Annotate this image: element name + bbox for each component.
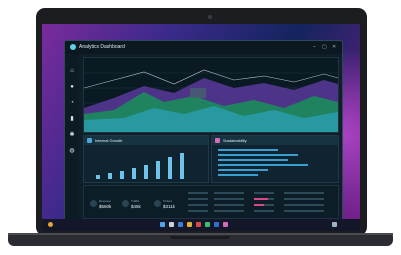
- edge-icon[interactable]: [178, 222, 183, 227]
- minimize-button[interactable]: –: [313, 43, 316, 52]
- close-button[interactable]: ✕: [332, 43, 336, 52]
- card-title: Sustainability: [223, 138, 247, 143]
- bar: [132, 168, 136, 179]
- bar-chart-icon[interactable]: ▮: [69, 116, 75, 122]
- chart-tooltip: [190, 88, 206, 98]
- globe-icon[interactable]: ◍: [69, 148, 75, 154]
- user-icon[interactable]: ●: [69, 84, 75, 90]
- folder-icon[interactable]: [187, 222, 192, 227]
- growth-icon: [87, 138, 92, 143]
- app-icon[interactable]: [223, 222, 228, 227]
- bar: [180, 153, 184, 179]
- hbar: [218, 174, 258, 176]
- desktop-screen: Analytics Dashboard – ▢ ✕ ⌂ ● ◔ ▮ ✱ ◍ In…: [42, 24, 360, 231]
- laptop-notch: [170, 236, 230, 239]
- area-chart-panel: [83, 57, 339, 133]
- bar: [96, 175, 100, 179]
- app-icon[interactable]: [196, 222, 201, 227]
- bar: [156, 161, 160, 179]
- hbar: [218, 149, 278, 151]
- window-title: Analytics Dashboard: [79, 44, 125, 50]
- app-icon[interactable]: [214, 222, 219, 227]
- gear-icon[interactable]: ✱: [69, 132, 75, 138]
- maximize-button[interactable]: ▢: [322, 43, 327, 52]
- webcam: [208, 15, 212, 19]
- kpi-value: $560k: [99, 204, 112, 209]
- title-bar: Analytics Dashboard – ▢ ✕: [65, 41, 342, 54]
- kpi-icon: [90, 200, 97, 207]
- kpi-icon: [154, 200, 161, 207]
- home-icon[interactable]: ⌂: [69, 68, 75, 74]
- sustainability-card: Sustainability: [211, 135, 339, 183]
- search-icon[interactable]: [169, 222, 174, 227]
- kpi-label: Revenue: [99, 199, 112, 203]
- app-icon: [70, 44, 76, 50]
- data-table: [188, 192, 324, 212]
- kpi-panel: Revenue $560k Traffic $45k Orders $311k: [83, 185, 339, 219]
- growth-bar-chart: [96, 153, 184, 179]
- pie-chart-icon[interactable]: ◔: [69, 100, 75, 106]
- hbar: [218, 164, 308, 166]
- bar: [144, 165, 148, 179]
- card-title: Internal Growth: [95, 138, 123, 143]
- area-chart: [83, 69, 339, 132]
- card-header: Sustainability: [212, 136, 338, 145]
- leaf-icon: [215, 138, 220, 143]
- bar: [168, 157, 172, 179]
- card-header: Internal Growth: [84, 136, 208, 145]
- sustainability-bar-chart: [218, 149, 308, 176]
- app-icon[interactable]: [205, 222, 210, 227]
- bar: [108, 173, 112, 179]
- kpi-label: Orders: [163, 199, 173, 203]
- kpi-value: $311k: [163, 204, 175, 209]
- weather-icon[interactable]: [48, 222, 53, 227]
- sidebar: ⌂ ● ◔ ▮ ✱ ◍: [65, 54, 79, 220]
- dashboard-window: Analytics Dashboard – ▢ ✕ ⌂ ● ◔ ▮ ✱ ◍ In…: [64, 40, 343, 221]
- hbar: [218, 159, 288, 161]
- kpi-icon: [122, 200, 129, 207]
- taskbar: [42, 219, 360, 231]
- bar: [120, 171, 124, 179]
- start-icon[interactable]: [160, 222, 165, 227]
- kpi-label: Traffic: [131, 199, 140, 203]
- system-tray-icon[interactable]: [332, 222, 337, 227]
- hbar: [218, 154, 298, 156]
- hbar: [218, 169, 268, 171]
- kpi-value: $45k: [131, 204, 141, 209]
- internal-growth-card: Internal Growth: [83, 135, 209, 183]
